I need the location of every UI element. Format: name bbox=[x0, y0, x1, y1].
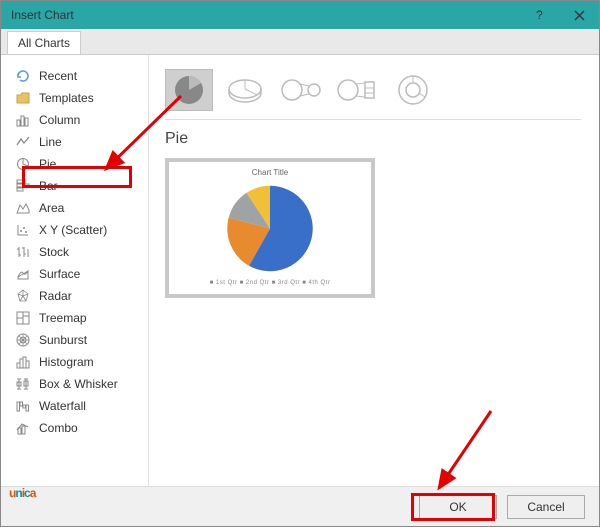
sidebar-item-line[interactable]: Line bbox=[1, 131, 148, 153]
close-button[interactable] bbox=[559, 1, 599, 29]
sidebar-item-surface[interactable]: Surface bbox=[1, 263, 148, 285]
title-bar: Insert Chart ? bbox=[1, 1, 599, 29]
pie-icon bbox=[15, 156, 31, 172]
combo-icon bbox=[15, 420, 31, 436]
histogram-icon bbox=[15, 354, 31, 370]
chart-preview[interactable]: Chart Title ■ 1st Qtr ■ 2nd Qtr ■ 3rd Qt… bbox=[165, 158, 375, 298]
column-icon bbox=[15, 112, 31, 128]
recent-icon bbox=[15, 68, 31, 84]
surface-icon bbox=[15, 266, 31, 282]
preview-pie-icon bbox=[220, 181, 320, 276]
section-title: Pie bbox=[165, 130, 581, 148]
radar-icon bbox=[15, 288, 31, 304]
sidebar-item-label: Radar bbox=[39, 289, 72, 303]
chart-type-sidebar: Recent Templates Column Line Pie Bar Are… bbox=[1, 55, 149, 486]
window-title: Insert Chart bbox=[11, 8, 519, 22]
sidebar-item-radar[interactable]: Radar bbox=[1, 285, 148, 307]
sidebar-item-label: X Y (Scatter) bbox=[39, 223, 107, 237]
sidebar-item-waterfall[interactable]: Waterfall bbox=[1, 395, 148, 417]
waterfall-icon bbox=[15, 398, 31, 414]
sidebar-item-label: Bar bbox=[39, 179, 58, 193]
subtype-pie-of-pie[interactable] bbox=[277, 69, 325, 111]
preview-chart-title: Chart Title bbox=[252, 168, 288, 177]
sunburst-icon bbox=[15, 332, 31, 348]
pie-subtype-row bbox=[165, 69, 581, 111]
sidebar-item-label: Recent bbox=[39, 69, 77, 83]
sidebar-item-scatter[interactable]: X Y (Scatter) bbox=[1, 219, 148, 241]
bar-icon bbox=[15, 178, 31, 194]
sidebar-item-label: Pie bbox=[39, 157, 56, 171]
sidebar-item-sunburst[interactable]: Sunburst bbox=[1, 329, 148, 351]
cancel-button[interactable]: Cancel bbox=[507, 495, 585, 519]
area-icon bbox=[15, 200, 31, 216]
sidebar-item-label: Waterfall bbox=[39, 399, 86, 413]
help-button[interactable]: ? bbox=[519, 1, 559, 29]
subtype-doughnut[interactable] bbox=[389, 69, 437, 111]
sidebar-item-label: Templates bbox=[39, 91, 94, 105]
sidebar-item-area[interactable]: Area bbox=[1, 197, 148, 219]
dialog-content: Recent Templates Column Line Pie Bar Are… bbox=[1, 55, 599, 486]
sidebar-item-label: Combo bbox=[39, 421, 78, 435]
sidebar-item-label: Stock bbox=[39, 245, 69, 259]
treemap-icon bbox=[15, 310, 31, 326]
box-whisker-icon bbox=[15, 376, 31, 392]
subtype-bar-of-pie[interactable] bbox=[333, 69, 381, 111]
sidebar-item-label: Histogram bbox=[39, 355, 94, 369]
sidebar-item-combo[interactable]: Combo bbox=[1, 417, 148, 439]
dialog-footer: OK Cancel bbox=[1, 486, 599, 526]
subtype-3d-pie[interactable] bbox=[221, 69, 269, 111]
main-panel: Pie Chart Title ■ 1st Qtr ■ 2nd Qtr ■ 3r… bbox=[149, 55, 599, 486]
sidebar-item-histogram[interactable]: Histogram bbox=[1, 351, 148, 373]
sidebar-item-label: Treemap bbox=[39, 311, 87, 325]
sidebar-item-label: Box & Whisker bbox=[39, 377, 118, 391]
sidebar-item-label: Sunburst bbox=[39, 333, 87, 347]
svg-text:?: ? bbox=[536, 9, 543, 21]
sidebar-item-pie[interactable]: Pie bbox=[1, 153, 148, 175]
divider bbox=[165, 119, 581, 120]
sidebar-item-stock[interactable]: Stock bbox=[1, 241, 148, 263]
sidebar-item-label: Surface bbox=[39, 267, 80, 281]
sidebar-item-boxwhisker[interactable]: Box & Whisker bbox=[1, 373, 148, 395]
sidebar-item-label: Line bbox=[39, 135, 62, 149]
templates-icon bbox=[15, 90, 31, 106]
tab-all-charts[interactable]: All Charts bbox=[7, 31, 81, 54]
ok-button[interactable]: OK bbox=[419, 495, 497, 519]
sidebar-item-treemap[interactable]: Treemap bbox=[1, 307, 148, 329]
sidebar-item-bar[interactable]: Bar bbox=[1, 175, 148, 197]
sidebar-item-label: Area bbox=[39, 201, 64, 215]
tab-strip: All Charts bbox=[1, 29, 599, 55]
sidebar-item-recent[interactable]: Recent bbox=[1, 65, 148, 87]
stock-icon bbox=[15, 244, 31, 260]
scatter-icon bbox=[15, 222, 31, 238]
sidebar-item-column[interactable]: Column bbox=[1, 109, 148, 131]
preview-legend: ■ 1st Qtr ■ 2nd Qtr ■ 3rd Qtr ■ 4th Qtr bbox=[210, 280, 331, 286]
sidebar-item-templates[interactable]: Templates bbox=[1, 87, 148, 109]
sidebar-item-label: Column bbox=[39, 113, 80, 127]
line-icon bbox=[15, 134, 31, 150]
subtype-pie[interactable] bbox=[165, 69, 213, 111]
